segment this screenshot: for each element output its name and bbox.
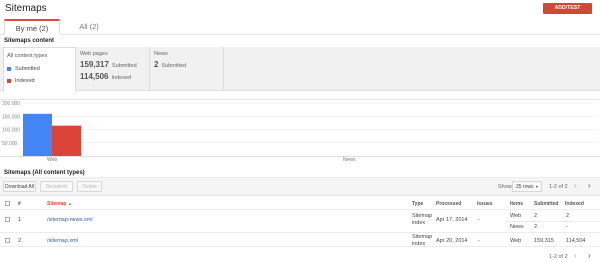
sitemaps-table-heading: Sitemaps (All content types) (4, 170, 85, 176)
tab-all[interactable]: All (2) (64, 19, 114, 35)
chevron-down-icon: ▾ (535, 184, 538, 189)
sitemaps-content-heading: Sitemaps content (4, 38, 55, 44)
content-types-label: All content types (7, 53, 48, 59)
tab-by-me[interactable]: By me (2) (4, 19, 60, 35)
sort-arrow-icon: ▲ (67, 201, 72, 206)
news-stats[interactable]: News 2 Submitted (154, 51, 186, 69)
col-items[interactable]: Items (510, 201, 523, 207)
indexed-swatch (7, 79, 11, 83)
col-indexed[interactable]: Indexed (565, 201, 584, 207)
bar-web-submitted[interactable] (23, 113, 52, 156)
y-tick-label: 200,000 (2, 101, 20, 107)
col-submitted[interactable]: Submitted (534, 201, 558, 207)
prev-page-bottom-icon[interactable]: ‹ (574, 251, 577, 260)
y-tick-label: 150,000 (2, 114, 20, 120)
web-pages-stats[interactable]: Web pages 159,317 Submitted 114,506 Inde… (80, 51, 137, 81)
bar-web-indexed[interactable] (52, 125, 81, 156)
add-test-sitemap-button[interactable]: ADD/TEST SITEMAP (543, 3, 592, 22)
row-2-indexed-web: 114,504 (566, 238, 586, 244)
row-2-processed: Apr 20, 2014 (436, 238, 468, 244)
row-2-submitted-web: 159,315 (534, 238, 554, 244)
col-num: # (18, 201, 21, 207)
web-indexed-label: Indexed (111, 75, 132, 81)
row-2-item-web: Web (510, 238, 522, 244)
download-all-button[interactable]: Download All (3, 181, 36, 192)
rows-select-value: 25 rows (516, 184, 534, 190)
stats-divider-2 (223, 47, 224, 91)
legend-indexed[interactable]: Indexed (7, 78, 35, 84)
y-tick-label: 50,000 (2, 141, 18, 147)
show-label: Show (498, 184, 512, 190)
web-pages-title: Web pages (80, 51, 108, 57)
legend-indexed-label: Indexed (15, 78, 35, 84)
row-1-num: 1 (18, 217, 22, 223)
stats-divider (149, 47, 150, 91)
header-divider (0, 209, 600, 210)
x-tick-web: Web (47, 157, 58, 163)
row-2-divider (0, 246, 600, 247)
web-indexed-count: 114,506 (80, 72, 109, 81)
col-type[interactable]: Type (412, 201, 423, 207)
row-2-num: 2 (18, 238, 22, 244)
col-issues[interactable]: Issues (477, 201, 493, 207)
web-submitted-count: 159,317 (80, 60, 109, 69)
submitted-swatch (7, 67, 11, 71)
pager-text-bottom: 1-2 of 2 (549, 254, 568, 260)
row-1-indexed-news: - (566, 224, 568, 230)
content-types-selector[interactable]: All content types Submitted Indexed (3, 47, 76, 92)
col-sitemap[interactable]: Sitemap ▲ (47, 201, 72, 207)
news-title: News (154, 51, 168, 57)
row-2-issues: - (478, 238, 480, 244)
rows-per-page-select[interactable]: 25 rows ▾ (512, 181, 542, 192)
news-submitted-label: Submitted (161, 63, 187, 69)
row-1-sitemap-link[interactable]: /sitemap-news.xml (47, 217, 93, 223)
x-tick-news: News (343, 157, 356, 163)
row-1-submitted-news: 2 (534, 224, 538, 230)
row-1-type: Sitemap index (412, 213, 433, 226)
row-1-item-news: News (510, 224, 524, 230)
row-1-item-web: Web (510, 213, 522, 219)
row-1-subdivider (505, 221, 600, 222)
resubmit-button[interactable]: Resubmit (40, 181, 73, 192)
row-1-processed: Apr 17, 2014 (436, 217, 468, 223)
news-submitted-count: 2 (154, 60, 159, 69)
page-title: Sitemaps (5, 3, 47, 14)
delete-button[interactable]: Delete (77, 181, 102, 192)
col-processed[interactable]: Processed (436, 201, 461, 207)
web-submitted-label: Submitted (111, 63, 137, 69)
row-1-indexed-web: 2 (566, 213, 570, 219)
row-1-divider (0, 232, 600, 233)
sitemap-chart: 200,000 150,000 100,000 50,000 (2, 101, 598, 156)
row-1-submitted-web: 2 (534, 213, 538, 219)
y-tick-label: 100,000 (2, 128, 20, 134)
legend-submitted-label: Submitted (15, 66, 40, 72)
next-page-icon[interactable]: › (588, 181, 591, 190)
prev-page-icon[interactable]: ‹ (574, 181, 577, 190)
col-sitemap-label: Sitemap (47, 201, 67, 207)
pager-text-top: 1-2 of 2 (549, 184, 568, 190)
row-2-sitemap-link[interactable]: /sitemap.xml (47, 238, 78, 244)
row-1-issues: - (478, 217, 480, 223)
select-all-checkbox[interactable] (5, 201, 10, 206)
next-page-bottom-icon[interactable]: › (588, 251, 591, 260)
row-2-checkbox[interactable] (5, 238, 10, 243)
legend-submitted[interactable]: Submitted (7, 66, 40, 72)
row-1-checkbox[interactable] (5, 217, 10, 222)
